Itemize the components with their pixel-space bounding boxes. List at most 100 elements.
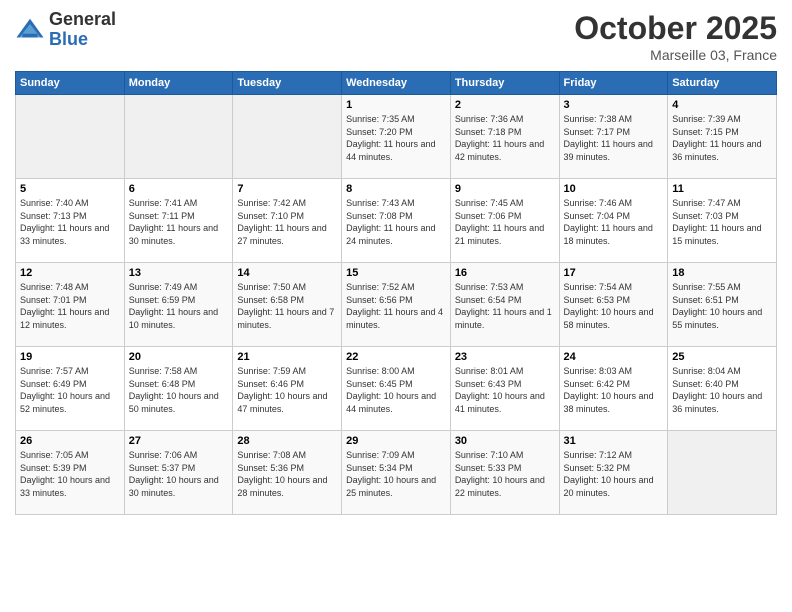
calendar-cell: 31 Sunrise: 7:12 AM Sunset: 5:32 PM Dayli… [559, 431, 668, 515]
day-info: Sunrise: 7:46 AM Sunset: 7:04 PM Dayligh… [564, 197, 664, 247]
calendar-cell: 7 Sunrise: 7:42 AM Sunset: 7:10 PM Daylig… [233, 179, 342, 263]
day-info: Sunrise: 8:01 AM Sunset: 6:43 PM Dayligh… [455, 365, 555, 415]
calendar-cell: 22 Sunrise: 8:00 AM Sunset: 6:45 PM Dayli… [342, 347, 451, 431]
day-number: 11 [672, 183, 772, 195]
col-tuesday: Tuesday [233, 72, 342, 95]
calendar-cell: 9 Sunrise: 7:45 AM Sunset: 7:06 PM Daylig… [450, 179, 559, 263]
main-title: October 2025 [574, 10, 777, 47]
day-number: 8 [346, 183, 446, 195]
calendar-cell: 15 Sunrise: 7:52 AM Sunset: 6:56 PM Dayli… [342, 263, 451, 347]
col-saturday: Saturday [668, 72, 777, 95]
calendar-cell: 4Sunrise: 7:39 AM Sunset: 7:15 PM Daylig… [668, 95, 777, 179]
calendar-cell: 24 Sunrise: 8:03 AM Sunset: 6:42 PM Dayli… [559, 347, 668, 431]
calendar-cell: 19Sunrise: 7:57 AM Sunset: 6:49 PM Dayli… [16, 347, 125, 431]
calendar-week-row: 12 Sunrise: 7:48 AM Sunset: 7:01 PM Dayli… [16, 263, 777, 347]
calendar-cell: 25 Sunrise: 8:04 AM Sunset: 6:40 PM Dayli… [668, 347, 777, 431]
day-info: Sunrise: 7:10 AM Sunset: 5:33 PM Dayligh… [455, 449, 555, 499]
calendar: Sunday Monday Tuesday Wednesday Thursday… [15, 71, 777, 515]
day-info: Sunrise: 8:00 AM Sunset: 6:45 PM Dayligh… [346, 365, 446, 415]
calendar-cell: 30 Sunrise: 7:10 AM Sunset: 5:33 PM Dayli… [450, 431, 559, 515]
calendar-cell: 26Sunrise: 7:05 AM Sunset: 5:39 PM Dayli… [16, 431, 125, 515]
day-number: 24 [564, 351, 664, 363]
day-info: Sunrise: 7:39 AM Sunset: 7:15 PM Dayligh… [672, 113, 772, 163]
calendar-cell: 28 Sunrise: 7:08 AM Sunset: 5:36 PM Dayli… [233, 431, 342, 515]
day-info: Sunrise: 7:08 AM Sunset: 5:36 PM Dayligh… [237, 449, 337, 499]
day-number: 22 [346, 351, 446, 363]
calendar-week-row: 1Sunrise: 7:35 AM Sunset: 7:20 PM Daylig… [16, 95, 777, 179]
calendar-cell: 13Sunrise: 7:49 AM Sunset: 6:59 PM Dayli… [124, 263, 233, 347]
day-number: 26 [20, 435, 120, 447]
day-info: Sunrise: 7:41 AM Sunset: 7:11 PM Dayligh… [129, 197, 229, 247]
calendar-cell: 8 Sunrise: 7:43 AM Sunset: 7:08 PM Daylig… [342, 179, 451, 263]
calendar-cell [233, 95, 342, 179]
day-info: Sunrise: 8:03 AM Sunset: 6:42 PM Dayligh… [564, 365, 664, 415]
calendar-cell: 10 Sunrise: 7:46 AM Sunset: 7:04 PM Dayli… [559, 179, 668, 263]
day-number: 21 [237, 351, 337, 363]
calendar-week-row: 5 Sunrise: 7:40 AM Sunset: 7:13 PM Daylig… [16, 179, 777, 263]
col-friday: Friday [559, 72, 668, 95]
calendar-cell: 5 Sunrise: 7:40 AM Sunset: 7:13 PM Daylig… [16, 179, 125, 263]
calendar-cell: 17Sunrise: 7:54 AM Sunset: 6:53 PM Dayli… [559, 263, 668, 347]
calendar-cell: 29 Sunrise: 7:09 AM Sunset: 5:34 PM Dayli… [342, 431, 451, 515]
day-info: Sunrise: 7:42 AM Sunset: 7:10 PM Dayligh… [237, 197, 337, 247]
day-number: 9 [455, 183, 555, 195]
day-info: Sunrise: 7:38 AM Sunset: 7:17 PM Dayligh… [564, 113, 664, 163]
calendar-cell: 23 Sunrise: 8:01 AM Sunset: 6:43 PM Dayli… [450, 347, 559, 431]
day-info: Sunrise: 7:40 AM Sunset: 7:13 PM Dayligh… [20, 197, 120, 247]
logo: General Blue [15, 10, 116, 50]
calendar-cell: 14 Sunrise: 7:50 AM Sunset: 6:58 PM Dayli… [233, 263, 342, 347]
day-info: Sunrise: 7:43 AM Sunset: 7:08 PM Dayligh… [346, 197, 446, 247]
day-number: 6 [129, 183, 229, 195]
day-number: 27 [129, 435, 229, 447]
day-number: 13 [129, 267, 229, 279]
calendar-cell [124, 95, 233, 179]
day-info: Sunrise: 7:48 AM Sunset: 7:01 PM Dayligh… [20, 281, 120, 331]
calendar-cell: 16Sunrise: 7:53 AM Sunset: 6:54 PM Dayli… [450, 263, 559, 347]
day-number: 28 [237, 435, 337, 447]
col-sunday: Sunday [16, 72, 125, 95]
day-number: 25 [672, 351, 772, 363]
calendar-cell: 27Sunrise: 7:06 AM Sunset: 5:37 PM Dayli… [124, 431, 233, 515]
calendar-cell: 6 Sunrise: 7:41 AM Sunset: 7:11 PM Daylig… [124, 179, 233, 263]
day-number: 31 [564, 435, 664, 447]
day-number: 3 [564, 99, 664, 111]
day-info: Sunrise: 7:54 AM Sunset: 6:53 PM Dayligh… [564, 281, 664, 331]
day-info: Sunrise: 7:55 AM Sunset: 6:51 PM Dayligh… [672, 281, 772, 331]
day-number: 19 [20, 351, 120, 363]
day-number: 14 [237, 267, 337, 279]
day-number: 20 [129, 351, 229, 363]
page: General Blue October 2025 Marseille 03, … [0, 0, 792, 612]
day-info: Sunrise: 7:50 AM Sunset: 6:58 PM Dayligh… [237, 281, 337, 331]
day-info: Sunrise: 7:58 AM Sunset: 6:48 PM Dayligh… [129, 365, 229, 415]
header: General Blue October 2025 Marseille 03, … [15, 10, 777, 63]
day-number: 18 [672, 267, 772, 279]
logo-blue-label: Blue [49, 30, 116, 50]
day-number: 5 [20, 183, 120, 195]
day-info: Sunrise: 7:45 AM Sunset: 7:06 PM Dayligh… [455, 197, 555, 247]
day-number: 10 [564, 183, 664, 195]
day-info: Sunrise: 7:12 AM Sunset: 5:32 PM Dayligh… [564, 449, 664, 499]
subtitle: Marseille 03, France [574, 47, 777, 63]
day-number: 12 [20, 267, 120, 279]
day-info: Sunrise: 7:47 AM Sunset: 7:03 PM Dayligh… [672, 197, 772, 247]
day-number: 23 [455, 351, 555, 363]
day-info: Sunrise: 7:09 AM Sunset: 5:34 PM Dayligh… [346, 449, 446, 499]
calendar-cell [16, 95, 125, 179]
day-info: Sunrise: 7:52 AM Sunset: 6:56 PM Dayligh… [346, 281, 446, 331]
day-number: 2 [455, 99, 555, 111]
calendar-cell [668, 431, 777, 515]
logo-general-label: General [49, 10, 116, 30]
day-number: 30 [455, 435, 555, 447]
calendar-cell: 3 Sunrise: 7:38 AM Sunset: 7:17 PM Daylig… [559, 95, 668, 179]
day-info: Sunrise: 7:53 AM Sunset: 6:54 PM Dayligh… [455, 281, 555, 331]
day-info: Sunrise: 7:59 AM Sunset: 6:46 PM Dayligh… [237, 365, 337, 415]
calendar-cell: 12 Sunrise: 7:48 AM Sunset: 7:01 PM Dayli… [16, 263, 125, 347]
day-number: 15 [346, 267, 446, 279]
day-number: 7 [237, 183, 337, 195]
day-info: Sunrise: 8:04 AM Sunset: 6:40 PM Dayligh… [672, 365, 772, 415]
col-monday: Monday [124, 72, 233, 95]
day-info: Sunrise: 7:36 AM Sunset: 7:18 PM Dayligh… [455, 113, 555, 163]
calendar-week-row: 26Sunrise: 7:05 AM Sunset: 5:39 PM Dayli… [16, 431, 777, 515]
day-number: 29 [346, 435, 446, 447]
calendar-cell: 21 Sunrise: 7:59 AM Sunset: 6:46 PM Dayli… [233, 347, 342, 431]
